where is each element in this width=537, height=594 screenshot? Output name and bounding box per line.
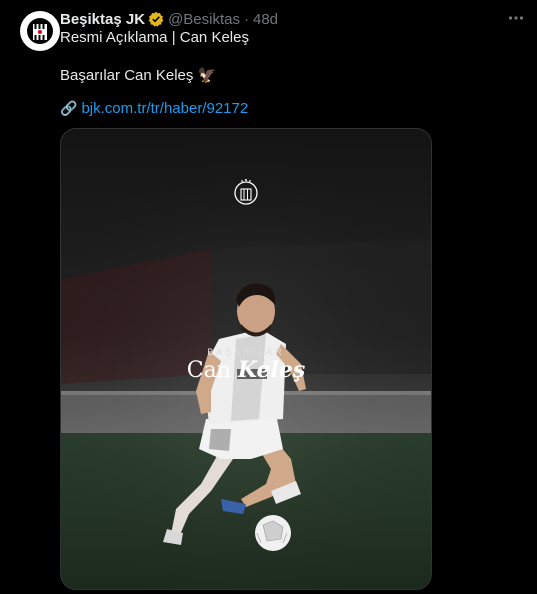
media-subtitle: BAŞARILAR	[207, 347, 285, 357]
besiktas-logo-icon	[24, 15, 56, 47]
more-options-button[interactable]	[505, 7, 527, 29]
tweet-text-line-2: Başarılar Can Keleş 🦅	[60, 66, 216, 86]
display-name[interactable]: Beşiktaş JK	[60, 11, 145, 28]
tweet-link-line: 🔗 bjk.com.tr/tr/haber/92172	[60, 98, 248, 119]
avatar[interactable]	[20, 11, 60, 51]
player-first-name: Can	[186, 358, 231, 383]
link-icon: 🔗	[60, 100, 78, 116]
tweet-text-congrats: Başarılar Can Keleş	[60, 67, 194, 84]
eagle-emoji: 🦅	[197, 67, 217, 84]
verified-badge-icon	[148, 11, 164, 27]
separator-dot: ·	[243, 10, 249, 28]
media-player-name: Can Keleş	[61, 357, 431, 383]
tweet-text-line-1: Resmi Açıklama | Can Keleş	[60, 29, 249, 46]
handle[interactable]: @Besiktas	[168, 11, 240, 28]
football	[255, 515, 291, 551]
player-last-name: Keleş	[237, 357, 306, 383]
tweet-media-image[interactable]: BAŞARILAR Can Keleş	[60, 128, 432, 590]
tweet-header: Beşiktaş JK @Besiktas · 48d	[60, 9, 278, 29]
timestamp[interactable]: 48d	[253, 11, 278, 28]
article-link[interactable]: bjk.com.tr/tr/haber/92172	[81, 100, 248, 117]
more-options-icon	[508, 16, 524, 20]
tweet[interactable]: Beşiktaş JK @Besiktas · 48d Resmi Açıkla…	[0, 0, 537, 594]
